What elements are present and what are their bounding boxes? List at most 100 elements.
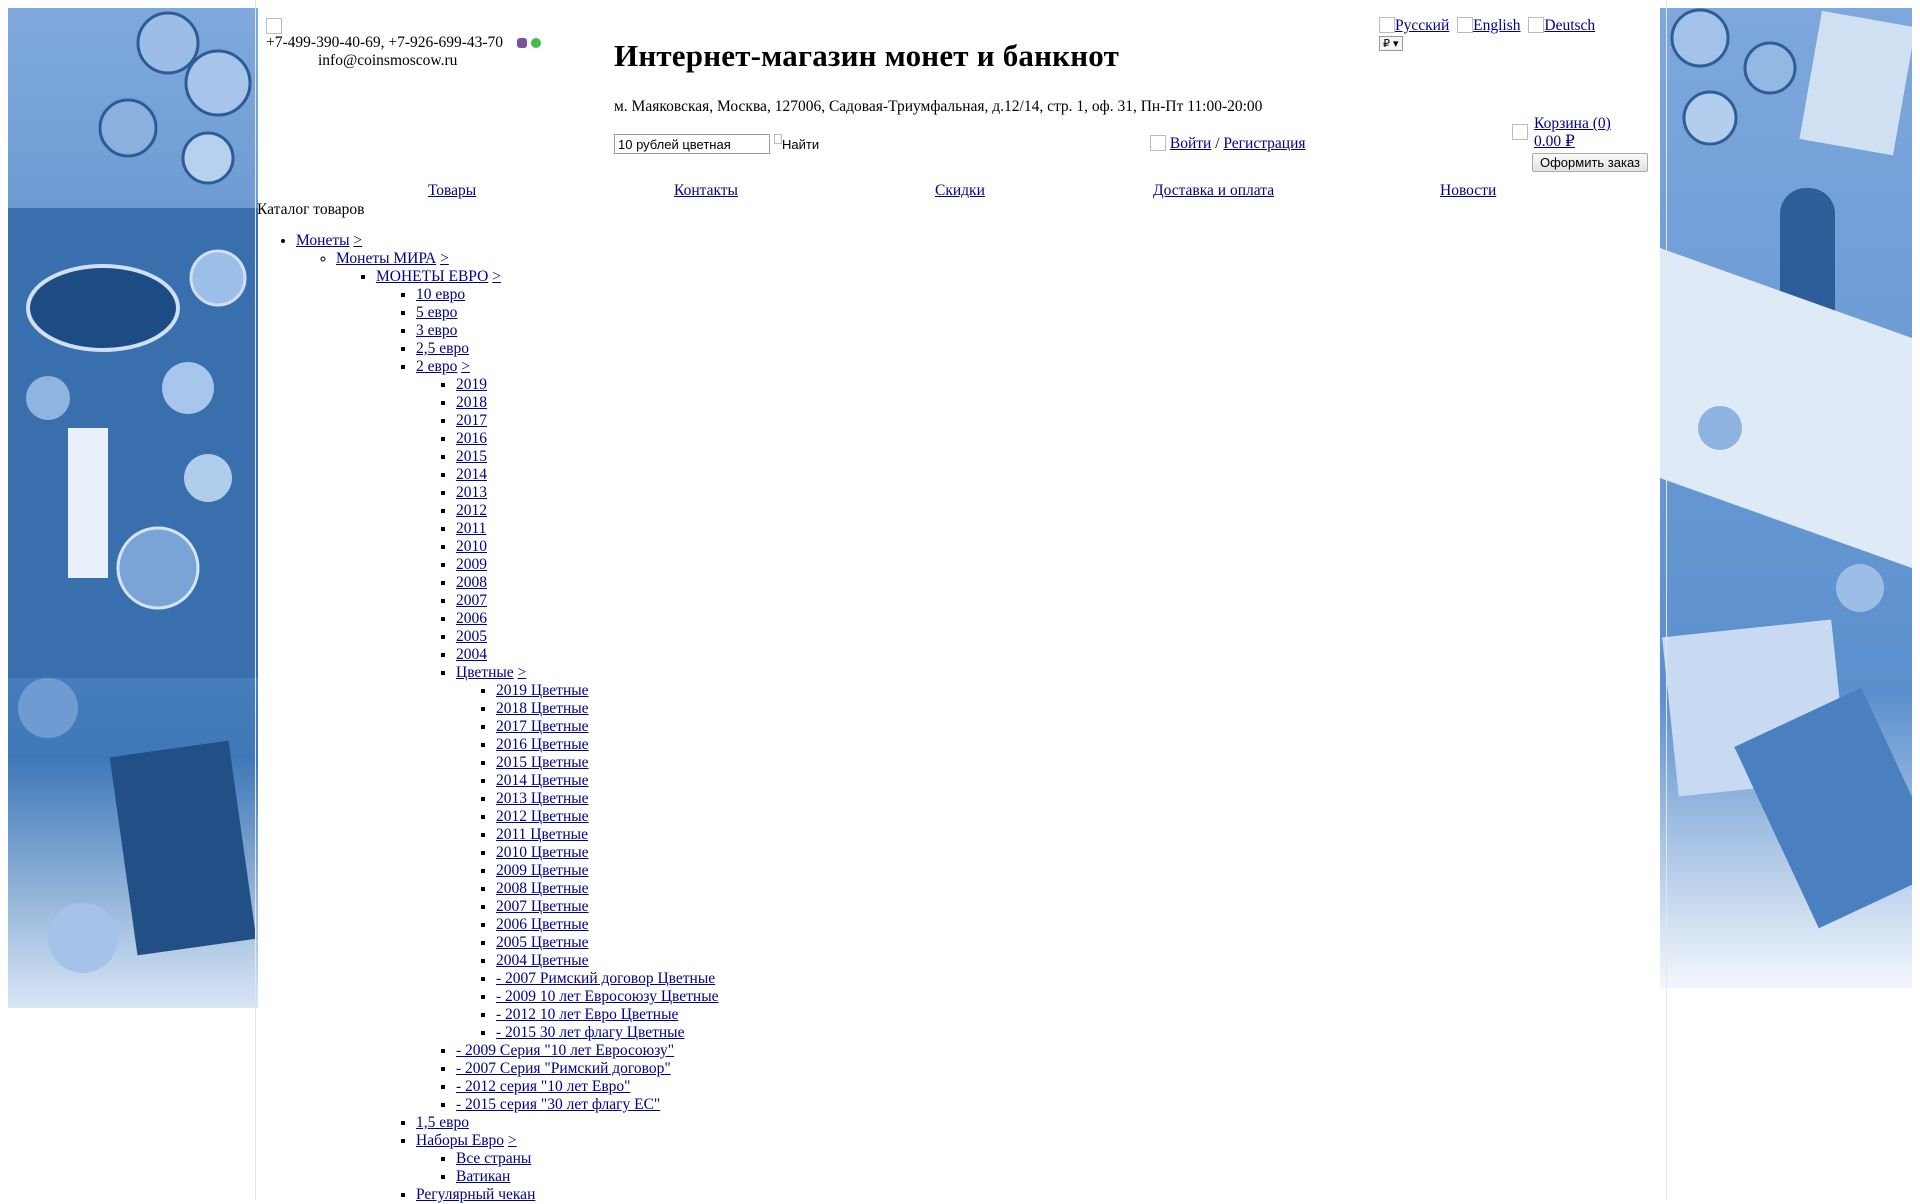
category-link[interactable]: 2004 xyxy=(456,646,487,663)
category-link[interactable]: 3 евро xyxy=(416,322,457,339)
category-link[interactable]: Регулярный чекан xyxy=(416,1186,535,1203)
list-item: 2018 Цветные xyxy=(496,700,719,718)
category-link[interactable]: 2013 xyxy=(456,484,487,501)
category-link[interactable]: 2016 xyxy=(456,430,487,447)
list-item: 2011 xyxy=(456,520,719,538)
category-link[interactable]: 2008 Цветные xyxy=(496,880,589,897)
category-link[interactable]: 1,5 евро xyxy=(416,1114,469,1131)
category-link[interactable]: - 2009 10 лет Евросоюзу Цветные xyxy=(496,988,719,1005)
category-link[interactable]: Наборы Евро xyxy=(416,1132,504,1149)
login-link[interactable]: Войти xyxy=(1170,135,1211,152)
category-link[interactable]: 2018 Цветные xyxy=(496,700,589,717)
list-item: 2015 Цветные xyxy=(496,754,719,772)
category-link[interactable]: 2 евро xyxy=(416,358,457,375)
list-item: 2013 xyxy=(456,484,719,502)
language-russian[interactable]: Русский xyxy=(1379,17,1449,34)
category-link[interactable]: 2019 Цветные xyxy=(496,682,589,699)
category-link[interactable]: - 2015 30 лет флагу Цветные xyxy=(496,1024,684,1041)
category-link[interactable]: Все страны xyxy=(456,1150,531,1167)
search-icon xyxy=(774,134,782,144)
category-link[interactable]: 2009 Цветные xyxy=(496,862,589,879)
list-item: 2014 xyxy=(456,466,719,484)
list-item: 2015 xyxy=(456,448,719,466)
category-link[interactable]: 2011 xyxy=(456,520,486,537)
expand-arrow[interactable]: > xyxy=(440,250,449,267)
search-input[interactable] xyxy=(614,134,770,154)
category-link[interactable]: - 2012 10 лет Евро Цветные xyxy=(496,1006,678,1023)
list-item: 2008 xyxy=(456,574,719,592)
list-item: МОНЕТЫ ЕВРО > 10 евро 5 евро 3 евро 2,5 … xyxy=(376,268,719,1204)
category-link[interactable]: 2014 Цветные xyxy=(496,772,589,789)
category-link[interactable]: 2006 xyxy=(456,610,487,627)
cart-total[interactable]: 0.00 ₽ xyxy=(1534,133,1575,150)
list-item: - 2009 10 лет Евросоюзу Цветные xyxy=(496,988,719,1006)
category-link[interactable]: - 2015 серия "30 лет флагу ЕС" xyxy=(456,1096,660,1113)
category-link[interactable]: - 2007 Римский договор Цветные xyxy=(496,970,715,987)
category-link[interactable]: 2010 Цветные xyxy=(496,844,589,861)
list-item: 2012 xyxy=(456,502,719,520)
category-link[interactable]: 2019 xyxy=(456,376,487,393)
category-link[interactable]: - 2012 серия "10 лет Евро" xyxy=(456,1078,631,1095)
category-link[interactable]: 2008 xyxy=(456,574,487,591)
category-link[interactable]: 2015 xyxy=(456,448,487,465)
expand-arrow[interactable]: > xyxy=(461,358,470,375)
category-link[interactable]: 2012 xyxy=(456,502,487,519)
search-button[interactable]: Найти xyxy=(774,134,819,152)
language-english[interactable]: English xyxy=(1457,17,1521,34)
list-item: 5 евро xyxy=(416,304,719,322)
list-item: 2006 Цветные xyxy=(496,916,719,934)
list-item: 2016 xyxy=(456,430,719,448)
flag-en-icon xyxy=(1457,17,1474,33)
category-link[interactable]: 2017 Цветные xyxy=(496,718,589,735)
category-link[interactable]: - 2009 Серия "10 лет Евросоюзу" xyxy=(456,1042,674,1059)
category-link[interactable]: Монеты МИРА xyxy=(336,250,436,267)
category-link[interactable]: 2013 Цветные xyxy=(496,790,589,807)
category-link[interactable]: 2004 Цветные xyxy=(496,952,589,969)
expand-arrow[interactable]: > xyxy=(492,268,501,285)
category-link[interactable]: Цветные xyxy=(456,664,514,681)
category-link[interactable]: МОНЕТЫ ЕВРО xyxy=(376,268,488,285)
cart-icon[interactable] xyxy=(1512,124,1528,142)
category-link[interactable]: 2014 xyxy=(456,466,487,483)
category-link[interactable]: 10 евро xyxy=(416,286,465,303)
category-link[interactable]: 2,5 евро xyxy=(416,340,469,357)
currency-select[interactable]: ₽ ▾ xyxy=(1379,36,1403,51)
right-banner-art xyxy=(1660,8,1912,988)
category-link[interactable]: 2006 Цветные xyxy=(496,916,589,933)
category-link[interactable]: 2017 xyxy=(456,412,487,429)
expand-arrow[interactable]: > xyxy=(353,232,362,249)
language-german[interactable]: Deutsch xyxy=(1528,17,1595,34)
category-link[interactable]: 2005 Цветные xyxy=(496,934,589,951)
category-link[interactable]: Ватикан xyxy=(456,1168,510,1185)
expand-arrow[interactable]: > xyxy=(518,664,527,681)
nav-news[interactable]: Новости xyxy=(1440,182,1496,200)
list-item: 2010 Цветные xyxy=(496,844,719,862)
category-link[interactable]: 2012 Цветные xyxy=(496,808,589,825)
list-item: Монеты > Монеты МИРА > МОНЕТЫ ЕВРО > 10 … xyxy=(296,232,719,1204)
nav-delivery[interactable]: Доставка и оплата xyxy=(1153,182,1274,200)
list-item: 2010 xyxy=(456,538,719,556)
category-link[interactable]: 2015 Цветные xyxy=(496,754,589,771)
nav-discounts[interactable]: Скидки xyxy=(935,182,985,200)
checkout-button[interactable]: Оформить заказ xyxy=(1532,153,1649,172)
nav-contacts[interactable]: Контакты xyxy=(674,182,738,200)
category-link[interactable]: 5 евро xyxy=(416,304,457,321)
category-link[interactable]: Монеты xyxy=(296,232,350,249)
category-link[interactable]: 2007 Цветные xyxy=(496,898,589,915)
category-link[interactable]: 2007 xyxy=(456,592,487,609)
register-link[interactable]: Регистрация xyxy=(1223,135,1305,152)
viber-icon xyxy=(516,38,527,49)
list-item: 2009 Цветные xyxy=(496,862,719,880)
category-link[interactable]: 2009 xyxy=(456,556,487,573)
cart-link[interactable]: Корзина (0) xyxy=(1534,115,1611,132)
expand-arrow[interactable]: > xyxy=(508,1132,517,1149)
list-item: Наборы Евро > Все страны Ватикан xyxy=(416,1132,719,1186)
category-link[interactable]: 2016 Цветные xyxy=(496,736,589,753)
list-item: - 2015 30 лет флагу Цветные xyxy=(496,1024,719,1042)
category-link[interactable]: - 2007 Серия "Римский договор" xyxy=(456,1060,671,1077)
category-link[interactable]: 2018 xyxy=(456,394,487,411)
category-link[interactable]: 2005 xyxy=(456,628,487,645)
category-link[interactable]: 2011 Цветные xyxy=(496,826,588,843)
nav-products[interactable]: Товары xyxy=(428,182,476,200)
category-link[interactable]: 2010 xyxy=(456,538,487,555)
